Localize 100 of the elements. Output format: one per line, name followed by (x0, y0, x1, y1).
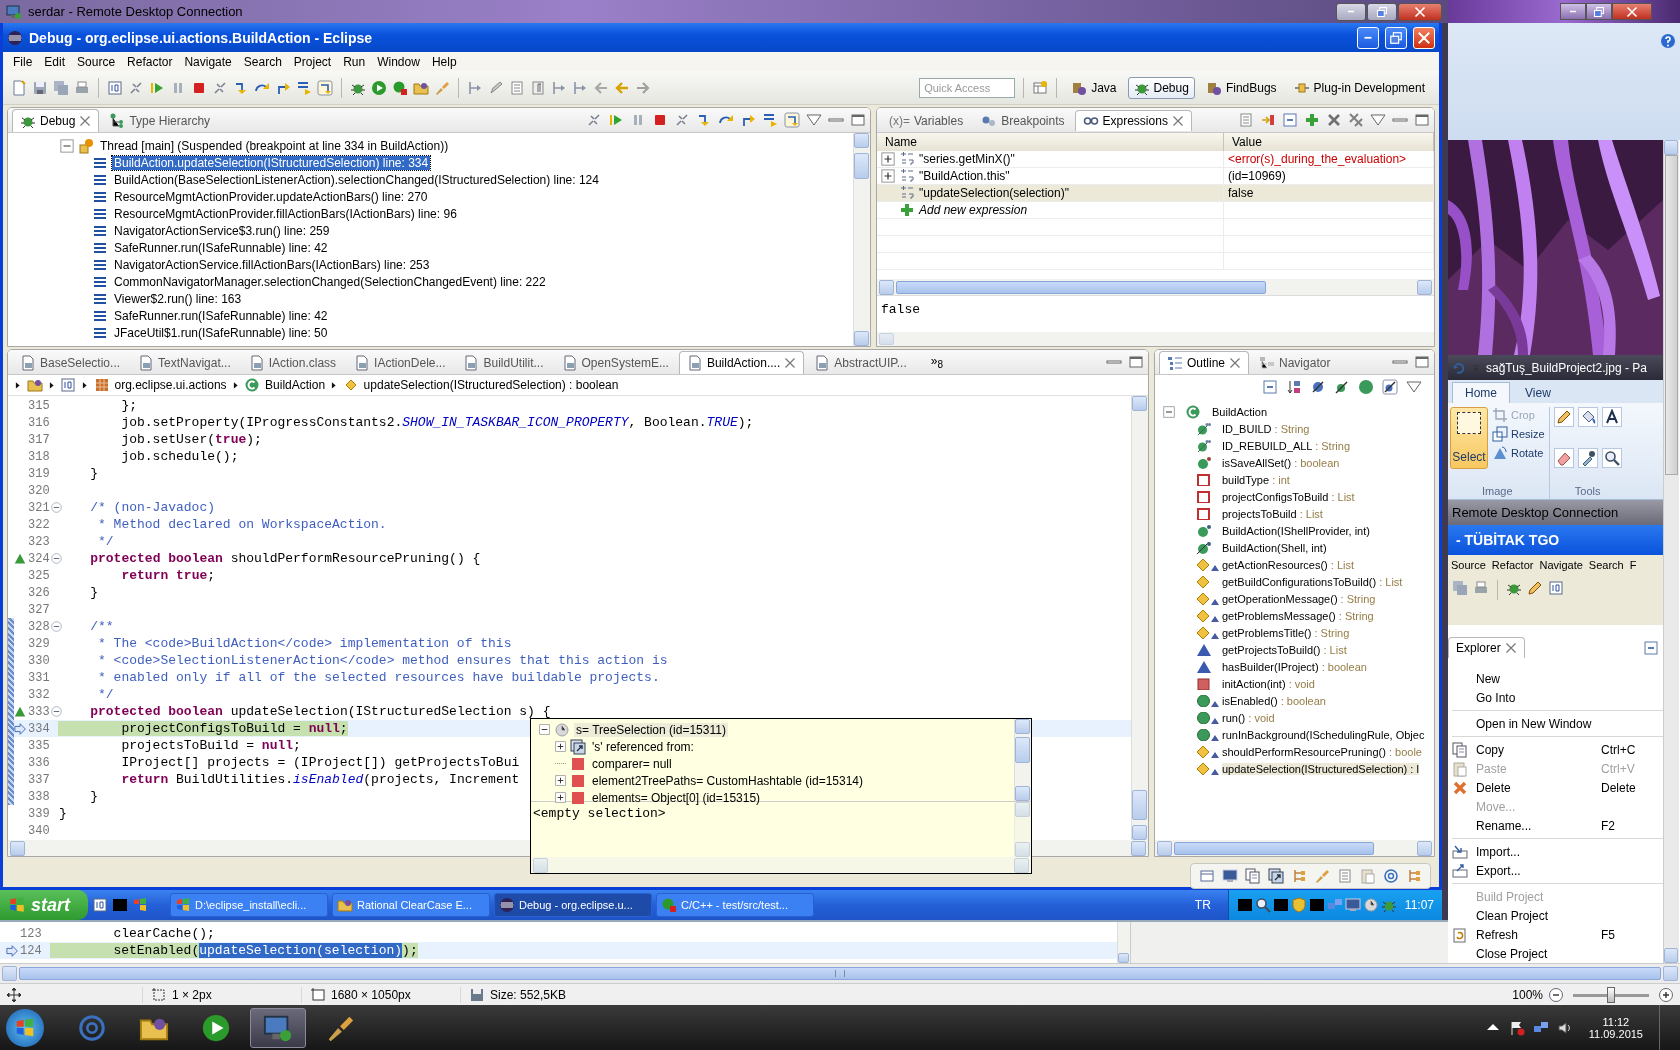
outline-item[interactable]: ID_BUILD : String (1222, 422, 1310, 435)
panel-tab[interactable]: Breakpoints (973, 108, 1073, 132)
editor-tab[interactable]: BaseSelectio... (12, 350, 129, 374)
stack-frame[interactable]: BuildAction.updateSelection(IStructuredSelection) line: 334 (112, 155, 431, 170)
taskbar-button[interactable]: C/C++ - test/src/test... (656, 893, 814, 917)
editor-tab[interactable]: OpenSystemE... (553, 350, 677, 374)
stack-frame[interactable]: NavigatorActionService$3.run() line: 259 (112, 223, 332, 238)
menu-item[interactable]: Navigate (1536, 559, 1586, 571)
menu-item[interactable]: Export... (1448, 861, 1663, 880)
menu-item[interactable]: Refactor (1488, 559, 1537, 571)
perspective-switch[interactable]: Java (1065, 76, 1123, 99)
menu-item[interactable]: Navigate (178, 54, 238, 69)
panel-tab[interactable]: Expressions (1074, 109, 1192, 131)
editor-tab[interactable]: AbstractUIP... (806, 350, 915, 374)
ribbon-command[interactable]: Rotate (1492, 445, 1545, 461)
menu-item[interactable]: Open in New Window (1448, 714, 1663, 733)
menu-item[interactable]: F (1626, 559, 1640, 571)
outline-item[interactable]: getOperationMessage() : String (1222, 592, 1376, 605)
editor-tab[interactable]: IActionDele... (346, 350, 454, 374)
panel-tab[interactable]: Debug (12, 108, 100, 132)
outline-item[interactable]: run() : void (1222, 711, 1275, 724)
outline-item[interactable]: BuildAction(IShellProvider, int) (1222, 524, 1370, 537)
outline-item[interactable]: shouldPerformResourcePruning() : boole (1222, 745, 1422, 758)
stack-frame[interactable]: JFaceUtil$1.run(ISafeRunnable) line: 50 (112, 325, 330, 340)
menu-item[interactable]: Import... (1448, 842, 1663, 861)
outline-item[interactable]: getActionResources() : List (1222, 558, 1355, 571)
menu-item[interactable]: Search (1585, 559, 1627, 571)
editor-tab[interactable]: TextNavigat... (130, 350, 239, 374)
outline-item[interactable]: updateSelection(IStructuredSelection) : l (1222, 762, 1419, 775)
outline-item[interactable]: getProblemsTitle() : String (1222, 626, 1350, 639)
column-header[interactable]: Name (877, 133, 1224, 151)
tree-item[interactable]: 's' referenced from: (590, 739, 696, 754)
menu-item[interactable]: Edit (38, 54, 72, 69)
column-header[interactable]: Value (1223, 133, 1434, 151)
tree-item[interactable]: s= TreeSelection (id=15311) (574, 722, 728, 737)
outline-item[interactable]: projectConfigsToBuild : List (1222, 490, 1355, 503)
taskbar-button[interactable]: Rational ClearCase E... (332, 893, 490, 917)
menu-item[interactable]: Clean Project (1448, 906, 1663, 925)
tree-item[interactable]: comparer= null (590, 756, 674, 771)
menu-item[interactable]: Refactor (121, 54, 179, 69)
select-button[interactable]: Select (1450, 407, 1488, 469)
outline-item[interactable]: runInBackground(ISchedulingRule, Objec (1222, 728, 1425, 741)
tree-item[interactable]: elements= Object[0] (id=15315) (590, 790, 763, 805)
menu-item[interactable]: Go Into (1448, 688, 1663, 707)
editor-tab[interactable]: IAction.class (240, 350, 345, 374)
stack-frame[interactable]: CommonNavigatorManager.selectionChanged(SelectionChangedEvent) line: 222 (112, 274, 548, 289)
ribbon-tab[interactable]: Home (1452, 382, 1510, 403)
quick-access-field[interactable]: Quick Access (919, 77, 1016, 98)
stack-frame[interactable]: SafeRunner.run(ISafeRunnable) line: 42 (112, 308, 330, 323)
perspective-switch[interactable]: Debug (1127, 76, 1195, 99)
outline-item[interactable]: isEnabled() : boolean (1222, 694, 1326, 707)
outline-item[interactable]: getProjectsToBuild() : List (1222, 643, 1347, 656)
stack-frame[interactable]: Viewer$2.run() line: 163 (112, 291, 244, 306)
editor-tab[interactable]: BuildUtilit... (455, 350, 552, 374)
menu-item[interactable]: Help (425, 54, 463, 69)
menu-item[interactable]: Search (237, 54, 288, 69)
menu-item[interactable]: File (7, 54, 39, 69)
outline-item[interactable]: getProblemsMessage() : String (1222, 609, 1374, 622)
menu-item[interactable]: Close Project (1448, 944, 1663, 963)
tree-item[interactable]: element2TreePaths= CustomHashtable (id=15314) (590, 773, 866, 788)
panel-tab[interactable]: (x)= Variables (881, 109, 972, 131)
menu-item[interactable]: Rename... F2 (1448, 816, 1663, 835)
stack-frame[interactable]: BuildAction(BaseSelectionListenerAction).selectionChanged(IStructuredSelection) line: 124 (112, 172, 601, 187)
outline-item[interactable]: initAction(int) : void (1222, 677, 1315, 690)
outline-item[interactable]: BuildAction (1204, 405, 1268, 418)
ribbon-command[interactable]: Resize (1492, 426, 1545, 442)
breadcrumb-item[interactable]: updateSelection(IStructuredSelection) : boolean (363, 378, 619, 392)
more-tabs-indicator[interactable]: »$_{8}$ (930, 353, 943, 371)
outline-item[interactable]: BuildAction(Shell, int) (1222, 541, 1327, 554)
menu-item[interactable]: Window (371, 54, 426, 69)
outline-item[interactable]: projectsToBuild : List (1222, 507, 1323, 520)
outline-item[interactable]: getBuildConfigurationsToBuild() : List (1222, 575, 1403, 588)
breadcrumb-item[interactable]: BuildAction (265, 378, 326, 392)
language-indicator[interactable]: TR (1180, 898, 1225, 912)
menu-item[interactable]: Refresh F5 (1448, 925, 1663, 944)
panel-tab[interactable]: Type Hierarchy (101, 108, 219, 132)
ribbon-tab[interactable]: View (1512, 382, 1564, 403)
outline-item[interactable]: isSaveAllSet() : boolean (1222, 456, 1340, 469)
thread-label[interactable]: Thread [main] (Suspended (breakpoint at line 334 in BuildAction)) (98, 138, 451, 153)
menu-item[interactable]: Delete Delete (1448, 778, 1663, 797)
outline-item[interactable]: ID_REBUILD_ALL : String (1222, 439, 1350, 452)
menu-item[interactable]: Copy Ctrl+C (1448, 740, 1663, 759)
menu-item[interactable]: New (1448, 669, 1663, 688)
menu-item[interactable]: Source (71, 54, 122, 69)
editor-tab[interactable]: BuildAction.... (678, 350, 805, 374)
taskbar-button[interactable]: Debug - org.eclipse.u... (494, 893, 652, 917)
taskbar-button[interactable]: D:\eclipse_install\ecli... (170, 893, 328, 917)
menu-item[interactable]: Project (287, 54, 338, 69)
outline-item[interactable]: buildType : int (1222, 473, 1290, 486)
panel-tab[interactable]: Explorer (1448, 637, 1525, 658)
breadcrumb-item[interactable]: org.eclipse.ui.actions (114, 378, 227, 392)
menu-item[interactable]: Source (1448, 559, 1489, 571)
perspective-switch[interactable]: FindBugs (1199, 76, 1283, 99)
outline-item[interactable]: hasBuilder(IProject) : boolean (1222, 660, 1367, 673)
stack-frame[interactable]: NavigatorActionService.fillActionBars(IActionBars) line: 253 (112, 257, 432, 272)
stack-frame[interactable]: SafeRunner.run(ISafeRunnable) line: 42 (112, 240, 330, 255)
stack-frame[interactable]: ResourceMgmtActionProvider.updateActionBars() line: 270 (112, 189, 430, 204)
stack-frame[interactable]: ResourceMgmtActionProvider.fillActionBars(IActionBars) line: 96 (112, 206, 459, 221)
panel-tab[interactable]: Outline (1159, 350, 1250, 374)
menu-item[interactable]: Run (337, 54, 372, 69)
